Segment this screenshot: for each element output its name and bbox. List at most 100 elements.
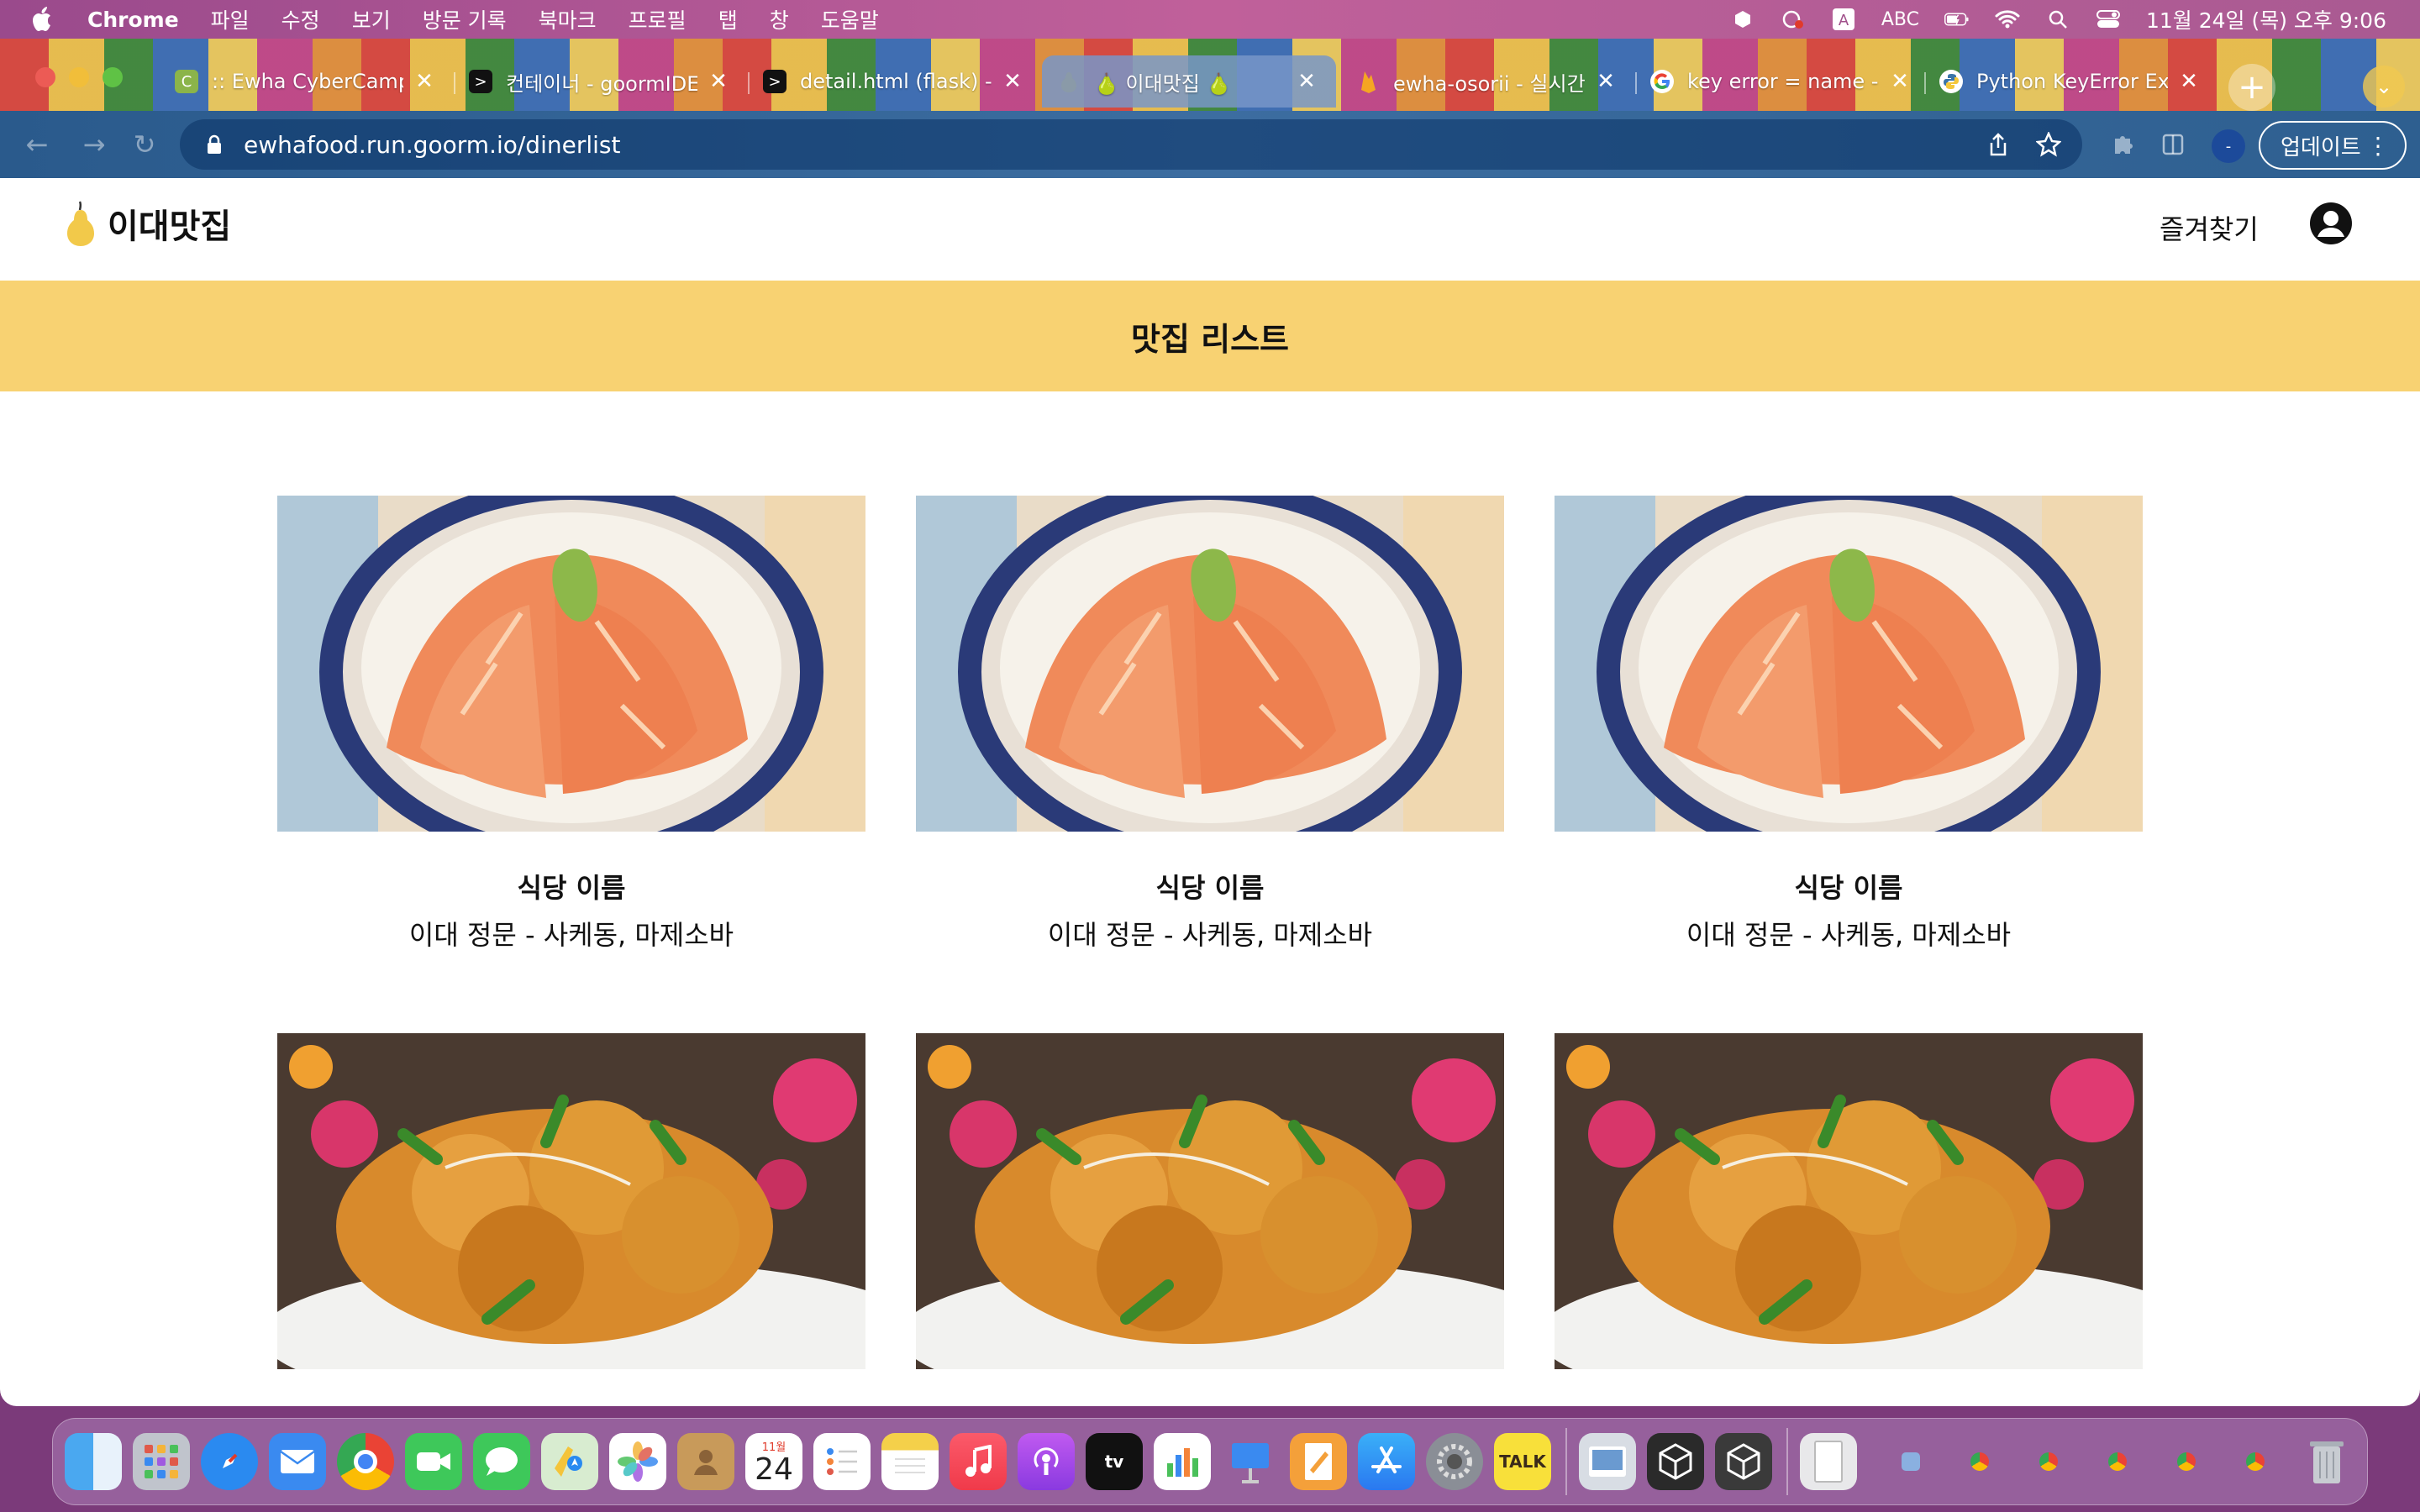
close-tab-icon[interactable]: ✕: [2178, 69, 2200, 94]
menu-app-name[interactable]: Chrome: [87, 8, 179, 32]
bookmark-star-icon[interactable]: [2033, 129, 2064, 160]
contacts-icon[interactable]: [677, 1433, 734, 1490]
forward-arrow-icon[interactable]: →: [77, 128, 111, 161]
close-tab-icon[interactable]: ✕: [1296, 69, 1318, 94]
menu-edit[interactable]: 수정: [281, 4, 320, 34]
salmon-don-photo[interactable]: [277, 496, 865, 832]
messages-icon[interactable]: [473, 1433, 530, 1490]
close-tab-icon[interactable]: ✕: [1889, 69, 1911, 94]
update-button[interactable]: 업데이트 ⋮: [2259, 121, 2407, 170]
photos-icon[interactable]: [609, 1433, 666, 1490]
menu-tab[interactable]: 탭: [718, 4, 738, 34]
podcasts-icon[interactable]: [1018, 1433, 1075, 1490]
tab-ewha-osorii[interactable]: ewha-osorii - 실시간 ✕: [1341, 55, 1632, 108]
restaurant-name[interactable]: 식당 이름: [916, 867, 1504, 906]
minimized-chrome-icon[interactable]: [1970, 1452, 1989, 1471]
user-account-icon[interactable]: [2309, 202, 2353, 245]
spotlight-search-icon[interactable]: [2045, 8, 2070, 30]
site-logo[interactable]: 이대맛집: [62, 198, 231, 249]
minimized-chrome-icon[interactable]: [2039, 1452, 2058, 1471]
restaurant-card[interactable]: [1555, 1033, 2143, 1369]
safari-icon[interactable]: [201, 1433, 258, 1490]
tab-google-search[interactable]: key error = name - G ✕: [1635, 55, 1926, 108]
close-tab-icon[interactable]: ✕: [1002, 69, 1023, 94]
close-tab-icon[interactable]: ✕: [708, 69, 729, 94]
close-tab-icon[interactable]: ✕: [1595, 69, 1617, 94]
tab-python-keyerror[interactable]: Python KeyError Ex ✕: [1924, 55, 2215, 108]
tab-cybercampus[interactable]: C :: Ewha CyberCamp ✕: [160, 55, 450, 108]
music-icon[interactable]: [950, 1433, 1007, 1490]
restaurant-card[interactable]: [277, 1033, 865, 1369]
fried-pork-photo[interactable]: [1555, 1033, 2143, 1369]
preview-icon[interactable]: [1579, 1433, 1636, 1490]
screen-sharing-icon[interactable]: [1781, 8, 1806, 30]
restaurant-name[interactable]: 식당 이름: [277, 867, 865, 906]
restaurant-name[interactable]: 식당 이름: [1555, 867, 2143, 906]
downloads-folder-icon[interactable]: [1800, 1433, 1857, 1490]
lock-icon[interactable]: [202, 132, 227, 157]
mail-icon[interactable]: [269, 1433, 326, 1490]
finder-icon[interactable]: [65, 1433, 122, 1490]
launchpad-icon[interactable]: [133, 1433, 190, 1490]
menu-file[interactable]: 파일: [211, 4, 250, 34]
control-center-icon[interactable]: [2096, 8, 2121, 30]
tv-icon[interactable]: tv: [1086, 1433, 1143, 1490]
minimized-chrome-icon[interactable]: [2108, 1452, 2127, 1471]
unity-hub-icon[interactable]: [1647, 1433, 1704, 1490]
restaurant-card[interactable]: 식당 이름 이대 정문 - 사케동, 마제소바: [1555, 496, 2143, 953]
status-app-icon[interactable]: [1730, 8, 1755, 30]
appstore-icon[interactable]: [1358, 1433, 1415, 1490]
menu-window[interactable]: 창: [770, 4, 789, 34]
more-menu-icon[interactable]: ⋮: [2366, 132, 2390, 160]
minimized-chrome-icon[interactable]: [2177, 1452, 2196, 1471]
input-source-icon[interactable]: A: [1831, 8, 1856, 30]
share-icon[interactable]: [1983, 129, 2013, 160]
favorites-link[interactable]: 즐겨찾기: [2160, 208, 2259, 247]
facetime-icon[interactable]: [405, 1433, 462, 1490]
notes-icon[interactable]: [881, 1433, 939, 1490]
close-window-button[interactable]: [35, 67, 55, 87]
fried-pork-photo[interactable]: [916, 1033, 1504, 1369]
settings-icon[interactable]: [1426, 1433, 1483, 1490]
numbers-icon[interactable]: [1154, 1433, 1211, 1490]
menu-history[interactable]: 방문 기록: [423, 4, 507, 34]
menu-profiles[interactable]: 프로필: [629, 4, 687, 34]
menu-help[interactable]: 도움말: [821, 4, 879, 34]
restaurant-card[interactable]: 식당 이름 이대 정문 - 사케동, 마제소바: [277, 496, 865, 953]
menu-view[interactable]: 보기: [352, 4, 391, 34]
fried-pork-photo[interactable]: [277, 1033, 865, 1369]
restaurant-card[interactable]: [916, 1033, 1504, 1369]
trash-icon[interactable]: [2298, 1433, 2355, 1490]
reading-list-icon[interactable]: [2158, 129, 2188, 160]
apple-icon[interactable]: [29, 5, 57, 34]
new-tab-button[interactable]: +: [2228, 64, 2275, 111]
menu-bookmarks[interactable]: 북마크: [539, 4, 597, 34]
tab-ewha-food-active[interactable]: 🍐 이대맛집 🍐 ✕: [1042, 55, 1336, 108]
profile-avatar-button[interactable]: -: [2212, 129, 2245, 163]
close-tab-icon[interactable]: ✕: [413, 69, 435, 94]
wifi-icon[interactable]: [1995, 8, 2020, 30]
keynote-icon[interactable]: [1222, 1433, 1279, 1490]
zoom-window-button[interactable]: [103, 67, 123, 87]
reload-icon[interactable]: ↻: [128, 128, 161, 161]
kakaotalk-icon[interactable]: TALK: [1494, 1433, 1551, 1490]
minimize-window-button[interactable]: [69, 67, 89, 87]
address-bar[interactable]: ewhafood.run.goorm.io/dinerlist: [180, 119, 2082, 170]
salmon-don-photo[interactable]: [916, 496, 1504, 832]
salmon-don-photo[interactable]: [1555, 496, 2143, 832]
back-arrow-icon[interactable]: ←: [20, 128, 54, 161]
maps-icon[interactable]: [541, 1433, 598, 1490]
menubar-clock[interactable]: 11월 24일 (목) 오후 9:06: [2146, 4, 2386, 34]
tab-detail-html[interactable]: > detail.html (flask) - ✕: [748, 55, 1039, 108]
minimized-chrome-icon[interactable]: [2246, 1452, 2265, 1471]
extensions-puzzle-icon[interactable]: [2107, 129, 2138, 160]
chrome-icon[interactable]: [337, 1433, 394, 1490]
reminders-icon[interactable]: [813, 1433, 871, 1490]
restaurant-card[interactable]: 식당 이름 이대 정문 - 사케동, 마제소바: [916, 496, 1504, 953]
url-text[interactable]: ewhafood.run.goorm.io/dinerlist: [244, 131, 620, 159]
tab-goormide-container[interactable]: > 컨테이너 - goormIDE ✕: [454, 55, 744, 108]
tab-search-chevron-icon[interactable]: ⌄: [2363, 66, 2405, 108]
calendar-icon[interactable]: 11월 24: [745, 1433, 802, 1490]
minimized-window-icon[interactable]: [1902, 1452, 1920, 1471]
unity-editor-icon[interactable]: [1715, 1433, 1772, 1490]
